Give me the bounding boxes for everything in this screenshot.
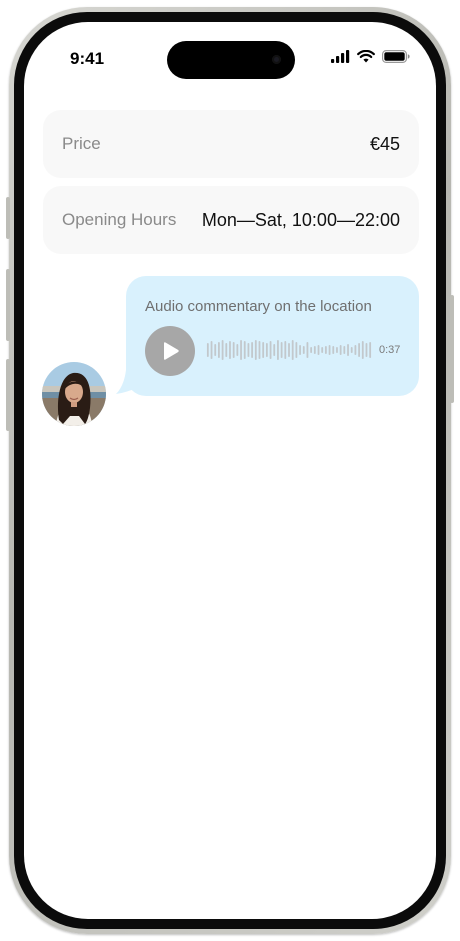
screen: 9:41 Price €45 Opening Hours Mon—Sat, 10… bbox=[24, 22, 436, 919]
waveform-bar bbox=[291, 340, 294, 360]
opening-hours-value: Mon—Sat, 10:00—22:00 bbox=[201, 210, 400, 230]
waveform-bar bbox=[221, 340, 224, 360]
audio-message-bubble: Audio commentary on the location 0:37 bbox=[126, 276, 419, 396]
wifi-icon bbox=[357, 50, 375, 63]
waveform-bar bbox=[280, 342, 283, 358]
play-icon bbox=[164, 342, 179, 360]
waveform-bar bbox=[295, 342, 298, 358]
volume-up-button bbox=[6, 269, 10, 341]
phone-frame: 9:41 Price €45 Opening Hours Mon—Sat, 10… bbox=[6, 7, 454, 934]
waveform-bar bbox=[232, 342, 235, 358]
status-time: 9:41 bbox=[70, 49, 105, 68]
waveform-bar bbox=[210, 341, 213, 359]
waveform-bar bbox=[350, 347, 353, 353]
waveform-bar bbox=[324, 346, 327, 354]
waveform-bar bbox=[299, 345, 301, 355]
camera-lens bbox=[272, 55, 281, 64]
waveform-bar bbox=[302, 346, 305, 354]
cellular-signal-icon bbox=[331, 50, 350, 63]
waveform-bar bbox=[317, 345, 320, 355]
price-value: €45 bbox=[369, 134, 400, 154]
waveform-bar bbox=[306, 342, 309, 358]
price-row: Price €45 bbox=[43, 110, 419, 178]
action-button bbox=[6, 197, 10, 239]
waveform-bar bbox=[339, 345, 342, 355]
audio-duration: 0:37 bbox=[379, 344, 401, 356]
waveform-bar bbox=[269, 341, 272, 359]
waveform-bar bbox=[313, 346, 316, 354]
status-icons bbox=[331, 50, 410, 63]
price-label: Price bbox=[62, 134, 101, 153]
waveform-bar bbox=[365, 343, 368, 357]
waveform-bar bbox=[361, 341, 364, 359]
dynamic-island bbox=[167, 41, 295, 79]
waveform-bar bbox=[236, 344, 239, 356]
waveform-bar bbox=[214, 344, 217, 356]
volume-down-button bbox=[6, 359, 10, 431]
audio-waveform[interactable] bbox=[206, 334, 372, 366]
waveform-bar bbox=[288, 343, 290, 357]
waveform-bar bbox=[262, 342, 265, 358]
opening-hours-label: Opening Hours bbox=[62, 210, 177, 229]
waveform-bar bbox=[369, 342, 372, 358]
waveform-bar bbox=[273, 344, 276, 356]
waveform-bar bbox=[332, 346, 335, 354]
battery-icon bbox=[382, 50, 410, 63]
waveform-bar bbox=[258, 341, 261, 359]
play-button[interactable] bbox=[145, 326, 195, 376]
waveform-bar bbox=[206, 343, 209, 357]
waveform-bar bbox=[247, 343, 250, 357]
waveform-bar bbox=[243, 341, 246, 359]
waveform-bar bbox=[321, 347, 324, 353]
waveform-bar bbox=[254, 340, 257, 360]
waveform-bar bbox=[328, 345, 331, 355]
phone-bezel: 9:41 Price €45 Opening Hours Mon—Sat, 10… bbox=[14, 12, 446, 929]
audio-message-title: Audio commentary on the location bbox=[145, 298, 372, 315]
waveform-bar bbox=[229, 341, 231, 359]
opening-hours-row: Opening Hours Mon—Sat, 10:00—22:00 bbox=[43, 186, 419, 254]
waveform-bar bbox=[343, 346, 346, 354]
waveform-bar bbox=[265, 343, 268, 357]
waveform-bar bbox=[310, 347, 313, 353]
waveform-bar bbox=[336, 347, 338, 353]
waveform-bar bbox=[225, 343, 228, 357]
waveform-bar bbox=[240, 340, 242, 360]
waveform-bar bbox=[218, 342, 220, 358]
waveform-bar bbox=[277, 340, 279, 360]
power-button bbox=[450, 295, 454, 403]
waveform-bar bbox=[251, 342, 254, 358]
waveform-bar bbox=[354, 345, 357, 355]
waveform-bar bbox=[358, 343, 360, 357]
waveform-bar bbox=[284, 341, 287, 359]
avatar[interactable] bbox=[42, 362, 106, 426]
waveform-bar bbox=[347, 344, 349, 356]
